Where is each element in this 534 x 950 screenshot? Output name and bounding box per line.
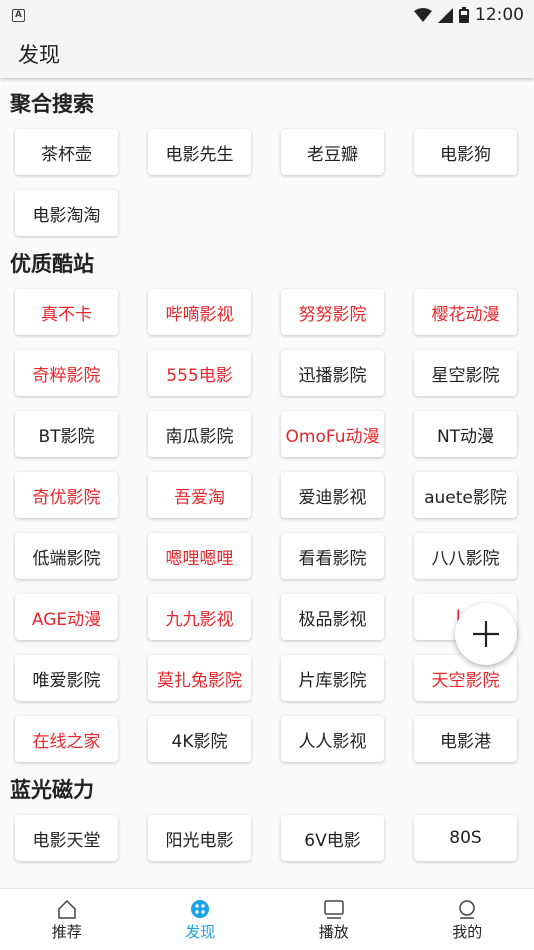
status-bar: A 12:00 — [0, 0, 534, 30]
section-title: 优质酷站 — [10, 252, 94, 276]
site-chip[interactable]: 爱迪影视 — [281, 472, 384, 518]
site-chip[interactable]: 4K影院 — [148, 716, 251, 762]
site-chip[interactable]: 迅播影院 — [281, 350, 384, 396]
site-chip[interactable]: auete影院 — [414, 472, 517, 518]
site-chip[interactable]: 樱花动漫 — [414, 289, 517, 335]
site-chip[interactable]: 极品影视 — [281, 594, 384, 640]
site-chip[interactable]: 嗯哩嗯哩 — [148, 533, 251, 579]
nav-label: 我的 — [452, 922, 483, 941]
nav-label: 推荐 — [51, 922, 82, 941]
site-chip[interactable]: 吾爱淘 — [148, 472, 251, 518]
status-time: 12:00 — [475, 5, 524, 25]
nav-label: 发现 — [185, 922, 216, 941]
site-chip[interactable]: 奇粹影院 — [15, 350, 118, 396]
site-chip[interactable]: 奇优影院 — [15, 472, 118, 518]
site-chip[interactable]: 低端影院 — [15, 533, 118, 579]
site-chip[interactable]: 人人影视 — [281, 716, 384, 762]
section-title: 聚合搜索 — [10, 92, 94, 116]
home-icon — [57, 898, 77, 920]
site-grid: 茶杯壶 电影先生 老豆瓣 电影狗电影淘淘 — [0, 118, 534, 236]
site-chip[interactable]: 九九影视 — [148, 594, 251, 640]
site-chip[interactable]: 星空影院 — [414, 350, 517, 396]
site-chip[interactable]: 哔嘀影视 — [148, 289, 251, 335]
app-bar: 发现 — [0, 30, 534, 78]
site-chip[interactable]: 在线之家 — [15, 716, 118, 762]
nav-item-play[interactable]: 播放 — [267, 889, 401, 950]
site-chip[interactable]: 电影先生 — [148, 129, 251, 175]
site-chip[interactable]: 6V电影 — [281, 815, 384, 861]
plus-icon — [473, 621, 499, 647]
site-chip[interactable]: 555电影 — [148, 350, 251, 396]
section-list: 聚合搜索 茶杯壶 电影先生 老豆瓣 电影狗 电影淘淘 优质酷站 真不卡 哔嘀影视 努努影院 樱花动漫… — [0, 90, 534, 861]
site-chip[interactable]: 阳光电影 — [148, 815, 251, 861]
site-chip[interactable]: 看看影院 — [281, 533, 384, 579]
signal-icon — [438, 7, 453, 23]
site-chip[interactable]: 80S — [414, 815, 517, 861]
page-title: 发现 — [18, 43, 60, 67]
profile-icon — [457, 898, 477, 920]
section-title: 蓝光磁力 — [10, 778, 94, 802]
wifi-icon — [414, 8, 432, 22]
site-chip[interactable]: 老豆瓣 — [281, 129, 384, 175]
site-chip[interactable]: 莫扎兔影院 — [148, 655, 251, 701]
site-chip[interactable]: 南瓜影院 — [148, 411, 251, 457]
discover-content[interactable]: 聚合搜索 茶杯壶 电影先生 老豆瓣 电影狗 电影淘淘 优质酷站 真不卡 哔嘀影视 努努影院 樱花动漫… — [0, 78, 534, 888]
nav-item-profile[interactable]: 我的 — [401, 889, 534, 950]
site-chip[interactable]: 真不卡 — [15, 289, 118, 335]
play-icon — [323, 898, 345, 920]
nav-item-discover[interactable]: 发现 — [134, 889, 268, 950]
site-chip[interactable]: 片库影院 — [281, 655, 384, 701]
site-chip[interactable]: 茶杯壶 — [15, 129, 118, 175]
site-chip[interactable]: 电影狗 — [414, 129, 517, 175]
site-grid: 真不卡 哔嘀影视 努努影院 樱花动漫奇粹影院 555电影 迅播影院 星空影院 BT影院 南瓜影院… — [0, 278, 534, 762]
site-grid: 电影天堂 阳光电影 6V电影 80S — [0, 804, 534, 861]
nav-item-home[interactable]: 推荐 — [0, 889, 134, 950]
add-button[interactable] — [455, 603, 517, 665]
site-chip[interactable]: BT影院 — [15, 411, 118, 457]
site-chip[interactable]: 电影天堂 — [15, 815, 118, 861]
site-chip[interactable]: 电影港 — [414, 716, 517, 762]
site-chip[interactable]: OmoFu动漫 — [281, 411, 384, 457]
discover-icon — [190, 898, 210, 920]
site-chip[interactable]: NT动漫 — [414, 411, 517, 457]
site-chip[interactable]: 电影淘淘 — [15, 190, 118, 236]
site-chip[interactable]: 努努影院 — [281, 289, 384, 335]
site-chip[interactable]: 天空影院 — [414, 655, 517, 701]
site-chip[interactable]: 八八影院 — [414, 533, 517, 579]
bottom-nav: 推荐 发现 播放 我的 — [0, 888, 534, 950]
site-chip[interactable]: 唯爱影院 — [15, 655, 118, 701]
nav-label: 播放 — [318, 922, 349, 941]
site-chip[interactable]: AGE动漫 — [15, 594, 118, 640]
notification-a-icon: A — [12, 8, 25, 22]
battery-icon — [459, 7, 469, 23]
